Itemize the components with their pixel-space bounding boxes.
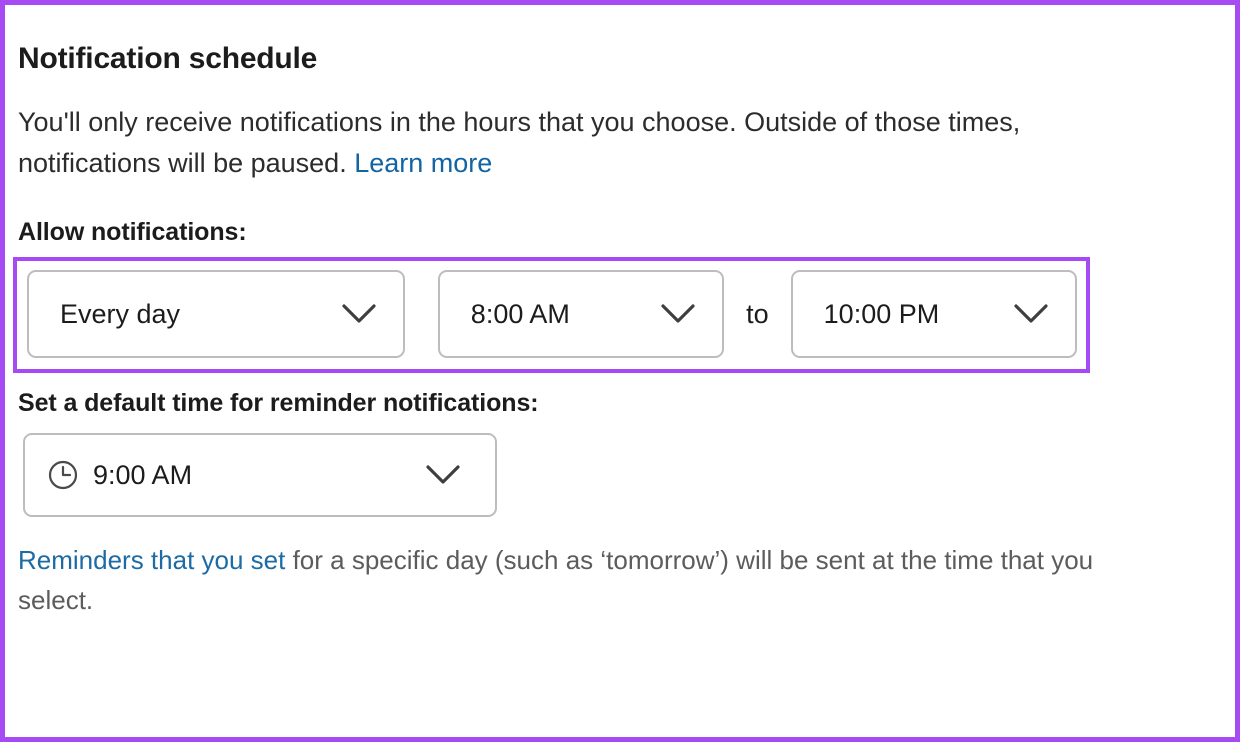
day-range-select-value: Every day (60, 298, 181, 329)
time-range-separator: to (746, 298, 769, 329)
panel-content: Notification schedule You'll only receiv… (5, 5, 1235, 737)
chevron-down-icon (426, 465, 495, 485)
reminder-time-text: 9:00 AM (93, 459, 193, 490)
end-time-select-value: 10:00 PM (823, 298, 940, 329)
learn-more-link[interactable]: Learn more (354, 148, 492, 178)
allow-notifications-label: Allow notifications: (18, 218, 247, 247)
allow-notifications-highlight: Every day 8:00 AM to 10:00 PM (13, 257, 1090, 374)
start-time-select[interactable]: 8:00 AM (437, 270, 725, 359)
start-time-select-value: 8:00 AM (470, 298, 570, 329)
clock-icon (47, 459, 79, 491)
reminder-time-select[interactable]: 9:00 AM (23, 433, 497, 518)
section-description: You'll only receive notifications in the… (18, 77, 1143, 184)
notification-schedule-panel: Notification schedule You'll only receiv… (0, 0, 1240, 742)
description-text: You'll only receive notifications in the… (18, 107, 1021, 179)
page-title: Notification schedule (18, 42, 318, 75)
reminder-footnote: Reminders that you set for a specific da… (18, 517, 1168, 620)
day-range-select[interactable]: Every day (27, 270, 405, 359)
reminders-that-you-set-link[interactable]: Reminders that you set (18, 545, 285, 575)
reminder-default-time-label: Set a default time for reminder notifica… (18, 389, 539, 418)
chevron-down-icon (342, 304, 403, 324)
reminder-time-select-value: 9:00 AM (25, 459, 426, 491)
end-time-select[interactable]: 10:00 PM (790, 270, 1077, 359)
chevron-down-icon (661, 304, 722, 324)
chevron-down-icon (1014, 304, 1075, 324)
